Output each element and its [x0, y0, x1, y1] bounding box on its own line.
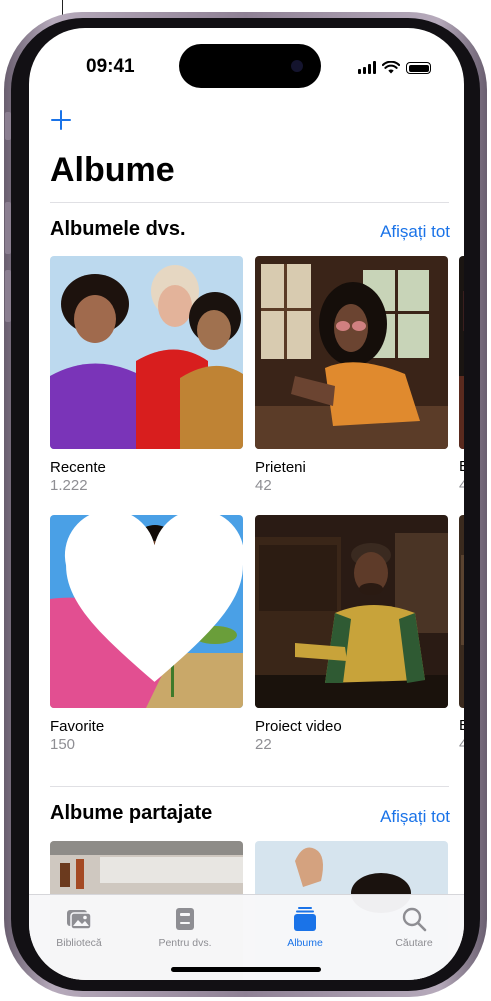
album-peek-photo — [459, 515, 464, 708]
album-thumbnail — [50, 256, 243, 449]
status-time: 09:41 — [86, 56, 135, 77]
album-count-peek: 4 — [459, 477, 464, 494]
for-you-icon — [176, 908, 194, 930]
piano-player-photo — [255, 515, 448, 708]
album-count-peek: 4 — [459, 736, 464, 753]
see-all-your-albums-link[interactable]: Afișați tot — [380, 222, 450, 242]
battery-icon — [406, 62, 431, 74]
tab-label: Căutare — [395, 937, 433, 949]
friends-group-photo — [50, 256, 243, 449]
see-all-shared-albums-link[interactable]: Afișați tot — [380, 807, 450, 827]
section-title-your-albums: Albumele dvs. — [50, 218, 186, 240]
photo-library-icon — [67, 910, 92, 930]
divider — [50, 786, 449, 787]
divider — [50, 202, 449, 203]
screen: 09:41 Albume Albumele dvs. Afișați tot R… — [29, 28, 464, 980]
album-count: 1.222 — [50, 477, 88, 494]
album-name: Recente — [50, 459, 106, 476]
status-icons — [358, 61, 431, 74]
album-card-prieteni[interactable]: Prieteni 42 — [255, 256, 448, 495]
album-count: 42 — [255, 477, 272, 494]
tab-label: Bibliotecă — [56, 937, 102, 949]
album-thumbnail — [255, 515, 448, 708]
dynamic-island — [179, 44, 321, 88]
album-thumbnail — [50, 515, 243, 708]
tab-albums[interactable]: Albume — [255, 905, 355, 949]
plus-icon[interactable] — [49, 108, 73, 132]
wifi-icon — [382, 61, 400, 74]
section-title-shared-albums: Albume partajate — [50, 802, 213, 824]
cellular-signal-icon — [358, 61, 376, 74]
album-thumbnail-peek[interactable] — [459, 256, 464, 449]
tab-label: Albume — [287, 937, 323, 949]
album-card-favorite[interactable]: Favorite 150 — [50, 515, 243, 754]
search-icon — [402, 907, 427, 932]
album-name-peek: E — [459, 458, 464, 475]
portrait-by-window-photo — [255, 256, 448, 449]
tab-library[interactable]: Bibliotecă — [29, 905, 129, 949]
album-thumbnail-peek[interactable] — [459, 515, 464, 708]
album-name: Favorite — [50, 718, 105, 735]
album-count: 22 — [255, 736, 272, 753]
album-peek-photo — [459, 256, 464, 449]
home-indicator — [171, 967, 321, 972]
page-title: Albume — [50, 151, 175, 189]
tab-search[interactable]: Căutare — [364, 905, 464, 949]
album-card-recente[interactable]: Recente 1.222 — [50, 256, 243, 495]
albums-icon — [294, 907, 316, 931]
album-thumbnail — [255, 256, 448, 449]
tab-bar: Bibliotecă Pentru dvs. Albume Căutare — [29, 894, 464, 980]
tab-for-you[interactable]: Pentru dvs. — [135, 905, 235, 949]
album-name: Proiect video — [255, 718, 342, 735]
camera-icon — [291, 60, 303, 72]
album-name: Prieteni — [255, 459, 306, 476]
tab-label: Pentru dvs. — [158, 937, 212, 949]
album-card-proiect-video[interactable]: Proiect video 22 — [255, 515, 448, 754]
status-bar: 09:41 — [29, 28, 464, 88]
album-count: 150 — [50, 736, 76, 753]
album-name-peek: E — [459, 717, 464, 734]
heart-icon — [64, 515, 243, 682]
